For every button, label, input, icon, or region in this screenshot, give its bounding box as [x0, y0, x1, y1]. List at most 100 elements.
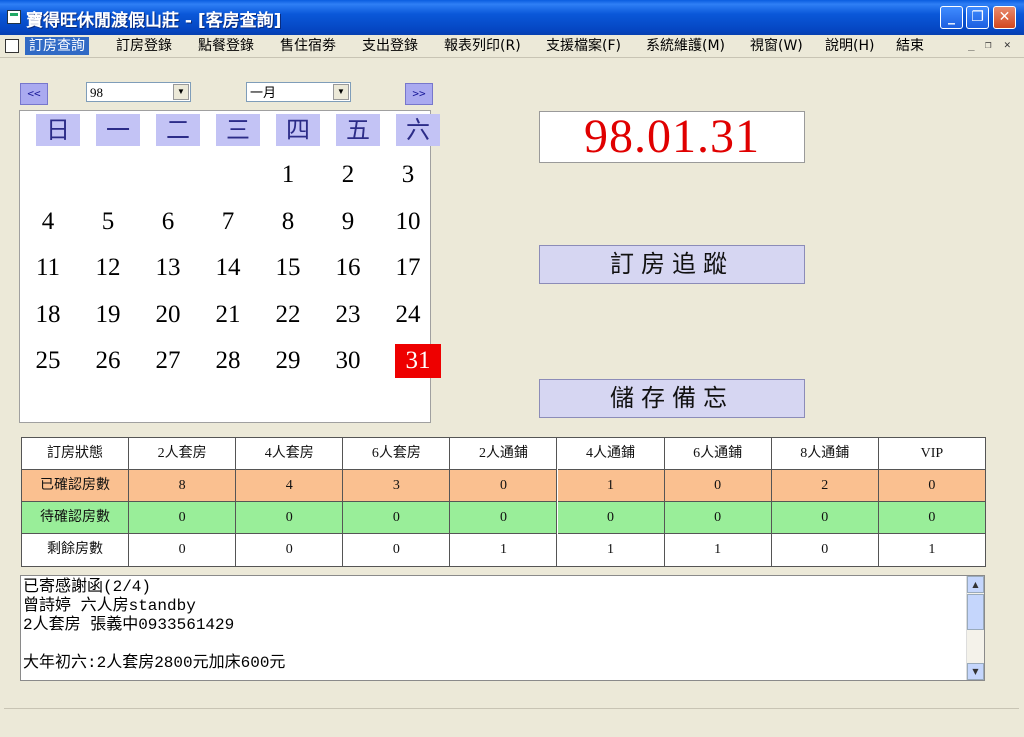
calendar-day[interactable]: 7: [203, 205, 253, 239]
weekday-header: 五: [336, 114, 380, 146]
calendar-day[interactable]: 21: [203, 298, 253, 332]
mdi-child-icon[interactable]: [5, 39, 19, 53]
calendar-day[interactable]: 28: [203, 344, 253, 378]
calendar-day[interactable]: 9: [323, 205, 373, 239]
table-header-cell: 4人套房: [236, 438, 344, 470]
booking-track-button[interactable]: 訂房追蹤: [539, 245, 805, 284]
window-title: 寶得旺休閒渡假山莊 - [客房查詢]: [26, 11, 282, 31]
mdi-close-icon[interactable]: ✕: [1004, 38, 1011, 51]
table-cell: 0: [772, 534, 879, 566]
calendar-day[interactable]: 23: [323, 298, 373, 332]
title-bar[interactable]: 寶得旺休閒渡假山莊 - [客房查詢] _ ❐ ✕: [0, 0, 1024, 35]
menu-item-2[interactable]: 點餐登錄: [194, 37, 258, 55]
restore-button[interactable]: ❐: [966, 6, 989, 29]
menu-item-0[interactable]: 訂房查詢: [25, 37, 89, 55]
scroll-up-icon[interactable]: ▲: [967, 576, 984, 593]
calendar-day[interactable]: 26: [83, 344, 133, 378]
memo-textarea[interactable]: 已寄感謝函(2/4) 曾詩婷 六人房standby 2人套房 張義中09335614…: [20, 575, 985, 681]
menu-item-3[interactable]: 售住宿劵: [276, 37, 340, 55]
table-row-label: 待確認房數: [22, 502, 130, 534]
calendar-day[interactable]: 4: [23, 205, 73, 239]
dropdown-arrow-icon[interactable]: ▼: [173, 84, 189, 100]
menu-item-5[interactable]: 報表列印(R): [440, 37, 525, 55]
calendar-day[interactable]: 27: [143, 344, 193, 378]
memo-line: 曾詩婷 六人房standby: [23, 597, 196, 615]
menu-item-7[interactable]: 系統維護(M): [642, 37, 729, 55]
calendar-day[interactable]: 13: [143, 251, 193, 285]
calendar-day[interactable]: 3: [383, 158, 433, 192]
weekday-header: 三: [216, 114, 260, 146]
calendar-day[interactable]: 17: [383, 251, 433, 285]
table-cell: 4: [236, 470, 344, 502]
prev-month-button[interactable]: <<: [20, 83, 48, 105]
calendar-day[interactable]: 12: [83, 251, 133, 285]
weekday-header: 六: [396, 114, 440, 146]
memo-line: 大年初六:2人套房2800元加床600元: [23, 654, 286, 672]
table-header-cell: 4人通鋪: [557, 438, 665, 470]
calendar-day[interactable]: 30: [323, 344, 373, 378]
calendar-day[interactable]: 15: [263, 251, 313, 285]
table-header-cell: 2人套房: [129, 438, 237, 470]
month-value: 一月: [250, 85, 277, 100]
memo-line: 2人套房 張義中0933561429: [23, 616, 235, 634]
menu-item-8[interactable]: 視窗(W): [746, 37, 807, 55]
calendar-day[interactable]: 11: [23, 251, 73, 285]
calendar-day[interactable]: 6: [143, 205, 193, 239]
table-cell: 0: [664, 470, 772, 502]
table-cell: 0: [878, 470, 985, 502]
mdi-minimize-icon[interactable]: _: [968, 38, 975, 51]
menu-item-9[interactable]: 說明(H): [821, 37, 878, 55]
app-icon[interactable]: [7, 10, 21, 24]
table-cell: 0: [236, 534, 344, 566]
calendar-day[interactable]: 14: [203, 251, 253, 285]
weekday-header: 四: [276, 114, 320, 146]
save-memo-button[interactable]: 儲存備忘: [539, 379, 805, 418]
calendar-day[interactable]: 29: [263, 344, 313, 378]
table-header-cell: 訂房狀態: [22, 438, 130, 470]
table-cell: 0: [450, 502, 558, 534]
close-button[interactable]: ✕: [993, 6, 1016, 29]
menu-item-1[interactable]: 訂房登錄: [112, 37, 176, 55]
calendar-day[interactable]: 24: [383, 298, 433, 332]
minimize-button[interactable]: _: [940, 6, 963, 29]
menu-item-4[interactable]: 支出登錄: [358, 37, 422, 55]
year-value: 98: [90, 85, 103, 100]
calendar-day[interactable]: 20: [143, 298, 193, 332]
table-cell: 0: [450, 470, 558, 502]
dropdown-arrow-icon[interactable]: ▼: [333, 84, 349, 100]
year-select[interactable]: 98 ▼: [86, 82, 191, 102]
table-cell: 1: [450, 534, 558, 566]
calendar-day[interactable]: 10: [383, 205, 433, 239]
table-row-label: 剩餘房數: [22, 534, 130, 566]
calendar-day[interactable]: 18: [23, 298, 73, 332]
table-header-cell: 2人通鋪: [450, 438, 558, 470]
month-select[interactable]: 一月 ▼: [246, 82, 351, 102]
memo-line: 已寄感謝函(2/4): [23, 578, 152, 596]
menu-item-6[interactable]: 支援檔案(F): [542, 37, 625, 55]
calendar-day[interactable]: 8: [263, 205, 313, 239]
table-cell: 1: [928, 542, 936, 557]
calendar-grid: 日一二三四五六 1 2 3 4 5 6 7 8 9 10 11 12 13 14 15 16 17 18 19 20 21…: [19, 110, 441, 423]
calendar-day[interactable]: 16: [323, 251, 373, 285]
table-cell: 0: [771, 502, 879, 534]
next-month-button[interactable]: >>: [405, 83, 433, 105]
table-header-cell: 6人通鋪: [664, 438, 772, 470]
calendar-day[interactable]: 19: [83, 298, 133, 332]
table-cell: 0: [236, 502, 344, 534]
calendar-day[interactable]: 5: [83, 205, 133, 239]
scroll-thumb[interactable]: [967, 594, 984, 630]
table-cell: 0: [343, 502, 451, 534]
calendar-day[interactable]: 1: [263, 158, 313, 192]
weekday-header: 一: [96, 114, 140, 146]
calendar-day[interactable]: 22: [263, 298, 313, 332]
calendar-day[interactable]: 25: [23, 344, 73, 378]
table-cell: 8: [129, 470, 237, 502]
menu-item-10[interactable]: 結束: [892, 37, 928, 55]
room-status-table: 訂房狀態 2人套房 4人套房 6人套房 2人通鋪 4人通鋪 6人通鋪 8人通鋪 VIP 已確認房數…: [21, 437, 986, 567]
calendar-day-selected[interactable]: 31: [395, 344, 441, 378]
memo-scrollbar[interactable]: ▲ ▼: [966, 576, 984, 680]
table-cell: 0: [557, 502, 665, 534]
scroll-down-icon[interactable]: ▼: [967, 663, 984, 680]
calendar-day[interactable]: 2: [323, 158, 373, 192]
mdi-restore-icon[interactable]: ❐: [985, 38, 992, 51]
